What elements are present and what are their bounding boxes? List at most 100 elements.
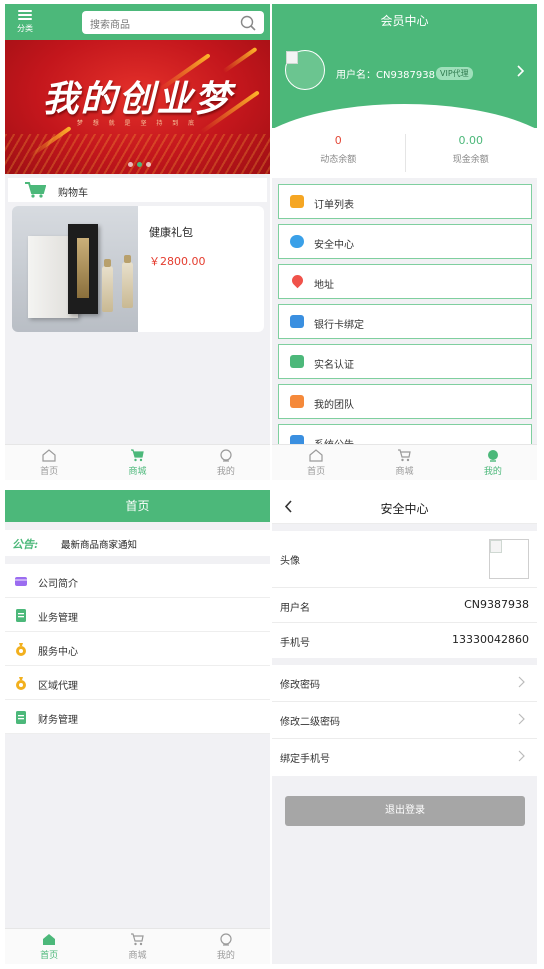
banner-subtitle: 梦 想 就 是 坚 持 到 底 [76, 120, 199, 127]
nav-mine[interactable]: 我的 [182, 445, 270, 480]
menu-item-security[interactable]: 安全中心 [278, 224, 532, 259]
nav-home[interactable]: 首页 [5, 929, 93, 964]
member-menu: 订单列表 安全中心 地址 银行卡绑定 实名认证 我的团队 系统公告 [278, 184, 532, 464]
change-secondary-password-label: 修改二级密码 [280, 717, 340, 728]
dynamic-balance[interactable]: 0 动态余额 [272, 128, 405, 178]
vip-badge: VIP代理 [436, 67, 473, 80]
balance-row: 0 动态余额 0.00 现金余额 [272, 128, 537, 178]
home-item-regional-agent[interactable]: 区域代理 [5, 666, 270, 700]
menu-item-label: 订单列表 [314, 200, 354, 211]
avatar-label: 头像 [280, 556, 300, 567]
clipboard-icon [16, 609, 26, 622]
cash-balance-value: 0.00 [458, 134, 484, 147]
home-item-finance[interactable]: 财务管理 [5, 700, 270, 734]
menu-item-orders[interactable]: 订单列表 [278, 184, 532, 219]
user-outline-icon [220, 448, 232, 462]
card-icon [15, 577, 27, 586]
chevron-right-icon [518, 676, 525, 688]
page-title: 安全中心 [380, 502, 429, 516]
nav-mall[interactable]: 商城 [360, 445, 448, 480]
plus-icon [290, 395, 304, 408]
nav-home-label: 首页 [40, 950, 59, 961]
menu-item-label: 安全中心 [314, 240, 354, 251]
nav-mall[interactable]: 商城 [93, 929, 181, 964]
username-label: 用户名 [280, 603, 310, 614]
chevron-right-icon [518, 750, 525, 762]
notice-text: 最新商品商家通知 [61, 540, 138, 551]
dynamic-balance-label: 动态余额 [320, 155, 357, 165]
nav-mine[interactable]: 我的 [182, 929, 270, 964]
nav-home-label: 首页 [307, 466, 326, 477]
phone-label: 手机号 [280, 638, 310, 649]
search-icon[interactable] [240, 15, 256, 31]
bottom-nav: 首页 商城 我的 [5, 928, 270, 964]
cart-bar[interactable]: 购物车 [8, 178, 267, 202]
cart-icon [131, 448, 145, 461]
change-secondary-password-row[interactable]: 修改二级密码 [272, 702, 537, 739]
cash-balance-label: 现金余额 [452, 155, 489, 165]
avatar[interactable] [285, 50, 325, 90]
menu-item-address[interactable]: 地址 [278, 264, 532, 299]
shop-screen: 分类 搜索商品 我的创业梦 梦 想 就 是 坚 持 到 底 购物车 健康礼包 ￥… [5, 4, 270, 480]
cloud-icon [290, 235, 304, 248]
search-input[interactable]: 搜索商品 [82, 11, 264, 34]
nav-mall[interactable]: 商城 [93, 445, 181, 480]
home-screen: 首页 公告: 最新商品商家通知 公司简介 业务管理 服务中心 区域代理 财务管理 [5, 490, 270, 964]
home-item-business[interactable]: 业务管理 [5, 598, 270, 632]
money-bag-icon [16, 643, 26, 656]
category-button[interactable]: 分类 [13, 7, 37, 37]
order-icon [290, 195, 304, 208]
dynamic-balance-value: 0 [334, 134, 342, 147]
home-item-label: 公司简介 [38, 579, 78, 590]
bind-phone-row[interactable]: 绑定手机号 [272, 739, 537, 776]
bind-phone-label: 绑定手机号 [280, 754, 330, 765]
promo-banner[interactable]: 我的创业梦 梦 想 就 是 坚 持 到 底 [5, 40, 270, 174]
product-image [12, 206, 138, 332]
home-outline-icon [309, 448, 323, 462]
carousel-dots[interactable] [128, 162, 151, 167]
nav-mall-label: 商城 [128, 466, 147, 477]
cash-balance[interactable]: 0.00 现金余额 [404, 128, 538, 178]
menu-item-real-name[interactable]: 实名认证 [278, 344, 532, 379]
category-label: 分类 [17, 24, 33, 33]
avatar[interactable] [489, 539, 529, 579]
page-title: 会员中心 [380, 14, 429, 28]
password-group: 修改密码 修改二级密码 绑定手机号 [272, 665, 537, 776]
menu-item-bank-card[interactable]: 银行卡绑定 [278, 304, 532, 339]
cart-label: 购物车 [58, 188, 88, 199]
change-password-row[interactable]: 修改密码 [272, 665, 537, 702]
avatar-row[interactable]: 头像 [272, 531, 537, 588]
notice-bar[interactable]: 公告: 最新商品商家通知 [5, 530, 270, 556]
menu-item-team[interactable]: 我的团队 [278, 384, 532, 419]
member-header: 会员中心 用户名：CN9387938 VIP代理 [272, 4, 537, 164]
nav-mine-label: 我的 [216, 466, 235, 477]
home-item-label: 服务中心 [38, 647, 78, 658]
id-card-icon [290, 355, 304, 368]
username: 用户名：CN9387938 [336, 70, 435, 81]
home-item-company-intro[interactable]: 公司简介 [5, 564, 270, 598]
username-value: CN9387938 [464, 598, 529, 611]
product-name: 健康礼包 [149, 226, 193, 239]
home-item-service-center[interactable]: 服务中心 [5, 632, 270, 666]
nav-mall-label: 商城 [128, 950, 147, 961]
page-title: 首页 [5, 490, 270, 522]
security-header: 安全中心 [272, 490, 537, 524]
nav-mine[interactable]: 我的 [449, 445, 537, 480]
bottom-nav: 首页 商城 我的 [5, 444, 270, 480]
logout-button[interactable]: 退出登录 [285, 796, 525, 826]
product-price: ￥2800.00 [149, 255, 206, 268]
profile-group: 头像 用户名 CN9387938 手机号 13330042860 [272, 531, 537, 658]
security-center-screen: 安全中心 头像 用户名 CN9387938 手机号 13330042860 修改… [272, 490, 537, 964]
menu-item-label: 我的团队 [314, 400, 354, 411]
home-item-label: 财务管理 [38, 715, 78, 726]
nav-mine-label: 我的 [483, 466, 502, 477]
phone-value: 13330042860 [452, 633, 529, 646]
nav-home[interactable]: 首页 [5, 445, 93, 480]
member-center-screen: 会员中心 用户名：CN9387938 VIP代理 0 动态余额 0.00 现金余… [272, 4, 537, 480]
nav-home[interactable]: 首页 [272, 445, 360, 480]
notice-tag: 公告: [12, 538, 39, 551]
home-filled-icon [43, 933, 56, 945]
home-menu: 公司简介 业务管理 服务中心 区域代理 财务管理 [5, 564, 270, 734]
chevron-right-icon[interactable] [517, 65, 525, 77]
product-card[interactable]: 健康礼包 ￥2800.00 [12, 206, 264, 332]
